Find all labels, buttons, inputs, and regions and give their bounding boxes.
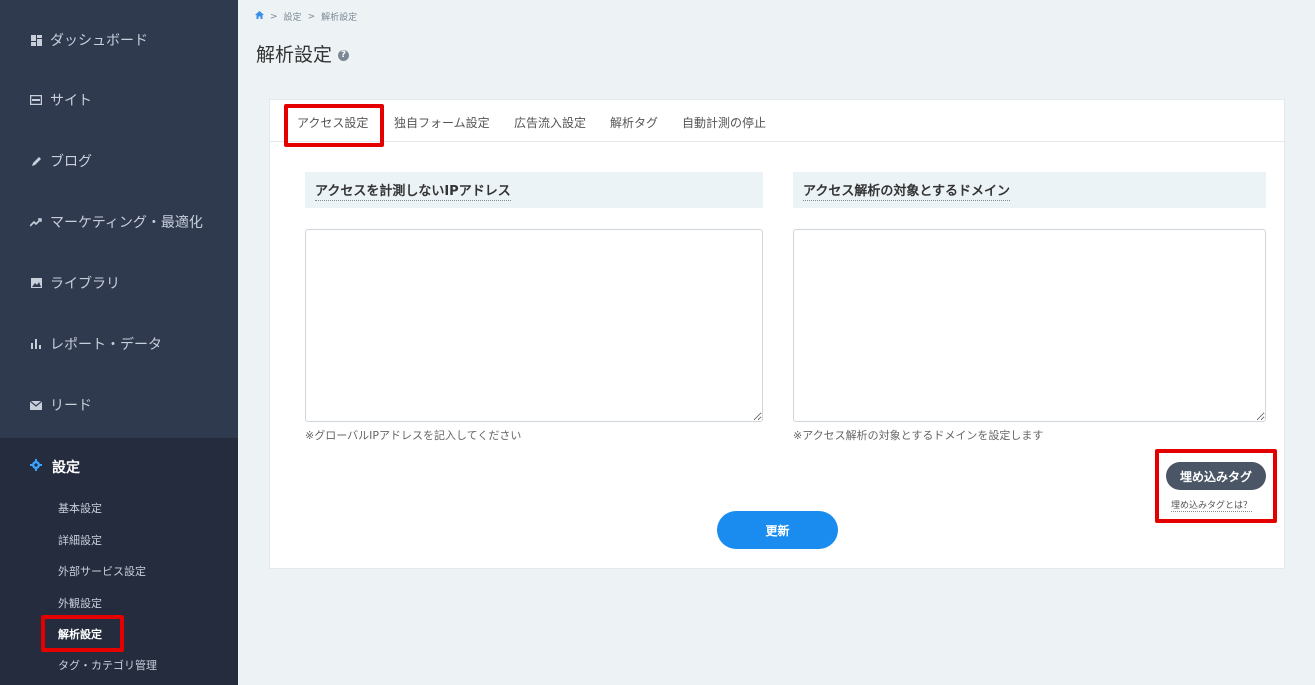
ip-section-header: アクセスを計測しないIPアドレス: [305, 172, 763, 208]
sidebar-item-report[interactable]: レポート・データ: [0, 314, 238, 374]
settings-card: アクセス設定 独自フォーム設定 広告流入設定 解析タグ 自動計測の停止 アクセス…: [269, 99, 1285, 569]
sidebar-item-label: マーケティング・最適化: [50, 215, 203, 231]
ip-hint: ※グローバルIPアドレスを記入してください: [305, 429, 522, 442]
sidebar-subitem-external[interactable]: 外部サービス設定: [58, 563, 146, 581]
trend-icon: [30, 216, 42, 228]
page-title-text: 解析設定: [256, 44, 333, 66]
sidebar-item-marketing[interactable]: マーケティング・最適化: [0, 192, 238, 252]
sidebar-item-site[interactable]: サイト: [0, 70, 238, 130]
tab-stop-auto-measure[interactable]: 自動計測の停止: [682, 100, 766, 142]
tab-ad-inflow[interactable]: 広告流入設定: [514, 100, 586, 142]
domain-hint: ※アクセス解析の対象とするドメインを設定します: [793, 429, 1044, 442]
breadcrumb-separator: >: [307, 11, 316, 22]
dashboard-icon: [30, 34, 42, 46]
sidebar-subitem-detail[interactable]: 詳細設定: [58, 532, 102, 550]
sidebar-item-label: ライブラリ: [50, 276, 120, 292]
tab-bar: アクセス設定 独自フォーム設定 広告流入設定 解析タグ 自動計測の停止: [270, 100, 1284, 147]
domain-section-title: アクセス解析の対象とするドメイン: [803, 180, 1010, 201]
tab-custom-form[interactable]: 独自フォーム設定: [394, 100, 490, 142]
sidebar-item-label: ダッシュボード: [50, 33, 148, 49]
sidebar-item-label: リード: [50, 398, 92, 414]
sidebar-item-lead[interactable]: リード: [0, 375, 238, 435]
sidebar-item-dashboard[interactable]: ダッシュボード: [0, 10, 238, 70]
sidebar-item-blog[interactable]: ブログ: [0, 131, 238, 191]
site-icon: [30, 94, 42, 106]
sidebar-subitem-appearance[interactable]: 外観設定: [58, 595, 102, 613]
breadcrumb-item: 解析設定: [321, 13, 358, 23]
sidebar-item-label: ブログ: [50, 154, 92, 170]
highlight-box-embed: [1155, 449, 1277, 523]
sidebar-subitem-basic[interactable]: 基本設定: [58, 500, 102, 518]
pencil-icon: [30, 155, 42, 167]
page-title: 解析設定 ?: [256, 40, 350, 67]
home-icon[interactable]: [255, 11, 264, 22]
tab-analytics-tag[interactable]: 解析タグ: [610, 100, 658, 142]
ip-section-title: アクセスを計測しないIPアドレス: [315, 180, 511, 201]
highlight-box-sidebar: [41, 615, 124, 652]
ip-address-textarea[interactable]: [305, 229, 763, 422]
domain-section-header: アクセス解析の対象とするドメイン: [793, 172, 1266, 208]
image-icon: [30, 277, 42, 289]
gear-icon: [30, 459, 42, 475]
sidebar: ダッシュボード サイト ブログ マーケティング・最適化 ライブラリ レポート・デ…: [0, 0, 238, 685]
sidebar-item-label: サイト: [50, 93, 92, 109]
update-button[interactable]: 更新: [717, 511, 838, 549]
highlight-box-tab: [284, 104, 384, 147]
sidebar-subitem-tags[interactable]: タグ・カテゴリ管理: [58, 657, 157, 675]
mail-icon: [30, 399, 42, 411]
breadcrumb-item[interactable]: 設定: [284, 10, 302, 23]
sidebar-item-settings[interactable]: 設定: [0, 448, 238, 486]
sidebar-item-label: レポート・データ: [50, 337, 162, 353]
sidebar-item-label: 設定: [52, 460, 80, 476]
breadcrumb-separator: >: [270, 11, 278, 22]
breadcrumb: > 設定 > 解析設定: [255, 10, 357, 23]
domain-textarea[interactable]: [793, 229, 1266, 422]
sidebar-item-library[interactable]: ライブラリ: [0, 253, 238, 313]
help-icon[interactable]: ?: [338, 49, 350, 61]
bar-chart-icon: [30, 338, 42, 350]
